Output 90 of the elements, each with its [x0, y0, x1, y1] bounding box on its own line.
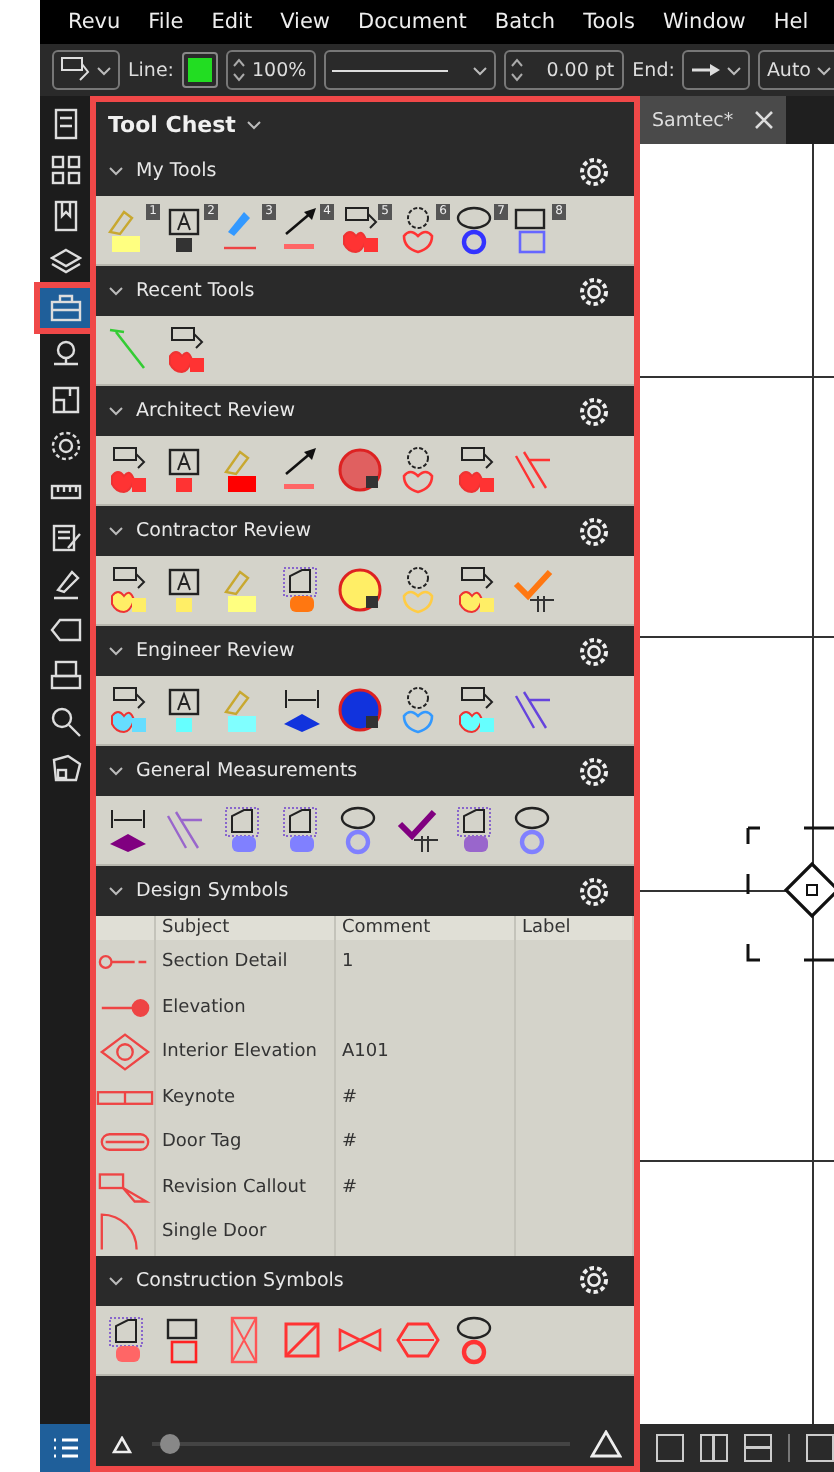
subject-cell: Elevation: [162, 997, 246, 1018]
spinner-arrows-icon[interactable]: [232, 56, 246, 84]
chevron-icon: [108, 406, 124, 416]
section-title: General Measurements: [136, 760, 358, 782]
caret-icon: [245, 119, 262, 129]
caret-icon: [815, 65, 831, 75]
panel-title[interactable]: Tool Chest: [108, 111, 236, 137]
settings-icon[interactable]: [578, 875, 610, 907]
close-icon[interactable]: [753, 110, 774, 130]
table-row[interactable]: Elevation: [96, 985, 634, 1030]
line-end-dropdown[interactable]: [682, 50, 751, 90]
single-page-icon[interactable]: [656, 1434, 684, 1462]
comment-cell: #: [342, 1132, 358, 1153]
section-title: My Tools: [136, 160, 217, 182]
chevron-icon: [108, 166, 124, 176]
spinner-arrows-icon[interactable]: [510, 56, 525, 84]
thickness-value: 0.00 pt: [546, 59, 615, 81]
settings-icon[interactable]: [578, 275, 610, 307]
table-row[interactable]: Revision Callout #: [96, 1165, 634, 1210]
menu-item[interactable]: View: [280, 10, 330, 34]
menu-item[interactable]: Revu: [68, 10, 121, 34]
toolbox-icon[interactable]: [40, 288, 90, 328]
subject-cell: Keynote: [162, 1087, 236, 1108]
chevron-icon: [108, 286, 124, 296]
subject-cell: Section Detail: [162, 952, 288, 973]
revision-callout-symbol-icon: [96, 1167, 154, 1208]
line-label: Line:: [128, 59, 174, 81]
column-header[interactable]: Label: [516, 916, 634, 940]
shape-dropdown[interactable]: [52, 50, 120, 90]
column-header[interactable]: Subject: [156, 916, 336, 940]
subject-cell: Revision Callout: [162, 1177, 307, 1198]
color-swatch: [188, 58, 212, 82]
section-title: Construction Symbols: [136, 1269, 344, 1291]
auto-dropdown[interactable]: Auto: [758, 50, 834, 90]
menu-item[interactable]: Hel: [773, 10, 809, 34]
menu-item[interactable]: Batch: [494, 10, 556, 34]
list-icon[interactable]: [40, 1424, 90, 1472]
section-title: Architect Review: [136, 400, 296, 422]
settings-icon[interactable]: [578, 755, 610, 787]
settings-icon[interactable]: [578, 635, 610, 667]
caret-icon: [472, 65, 489, 75]
table-row[interactable]: Interior Elevation A101: [96, 1030, 634, 1075]
menu-item[interactable]: File: [148, 10, 184, 34]
caret-icon: [726, 65, 743, 75]
large-triangle-icon[interactable]: [590, 1430, 622, 1458]
opacity-value: 100%: [252, 59, 307, 81]
callout-shape-icon: [60, 56, 92, 84]
section-title: Recent Tools: [136, 280, 255, 302]
chevron-icon: [108, 646, 124, 656]
settings-icon[interactable]: [578, 1264, 610, 1296]
comment-cell: 1: [342, 952, 354, 973]
end-label: End:: [632, 59, 675, 81]
chevron-icon: [108, 526, 124, 536]
comment-cell: A101: [342, 1042, 389, 1063]
section-title: Engineer Review: [136, 640, 295, 662]
chevron-icon: [108, 886, 124, 896]
chevron-icon: [108, 766, 124, 776]
table-row[interactable]: Keynote #: [96, 1075, 634, 1120]
document-tab[interactable]: Samtec*: [640, 96, 786, 144]
menu-item[interactable]: Document: [358, 10, 467, 34]
table-row[interactable]: Section Detail 1: [96, 940, 634, 985]
section-title: Contractor Review: [136, 520, 311, 542]
caret-icon: [96, 65, 112, 75]
subject-cell: Single Door: [162, 1222, 267, 1243]
page-icon[interactable]: [806, 1434, 834, 1462]
small-triangle-icon[interactable]: [112, 1435, 132, 1453]
split-vertical-icon[interactable]: [700, 1434, 728, 1462]
chevron-icon: [108, 1275, 124, 1285]
section-title: Design Symbols: [136, 880, 289, 902]
column-header[interactable]: Comment: [336, 916, 516, 940]
menu-item[interactable]: Window: [662, 10, 746, 34]
arrow-icon: [690, 62, 723, 78]
settings-icon[interactable]: [578, 515, 610, 547]
solid-line-icon: [332, 69, 449, 71]
table-row[interactable]: Door Tag #: [96, 1120, 634, 1165]
thickness-field[interactable]: 0.00 pt: [504, 50, 625, 90]
settings-icon[interactable]: [578, 395, 610, 427]
line-style-dropdown[interactable]: [324, 50, 497, 90]
interior-elevation-symbol-icon: [96, 1032, 154, 1073]
opacity-field[interactable]: 100%: [226, 50, 317, 90]
comment-cell: #: [342, 1177, 358, 1198]
settings-icon[interactable]: [578, 155, 610, 187]
comment-cell: #: [342, 1087, 358, 1108]
menu-item[interactable]: Tools: [583, 10, 635, 34]
line-color-button[interactable]: [182, 52, 218, 88]
subject-cell: Door Tag: [162, 1132, 242, 1153]
menu-item[interactable]: Edit: [211, 10, 253, 34]
split-horizontal-icon[interactable]: [744, 1434, 772, 1462]
subject-cell: Interior Elevation: [162, 1042, 317, 1063]
slider-thumb[interactable]: [160, 1434, 181, 1454]
